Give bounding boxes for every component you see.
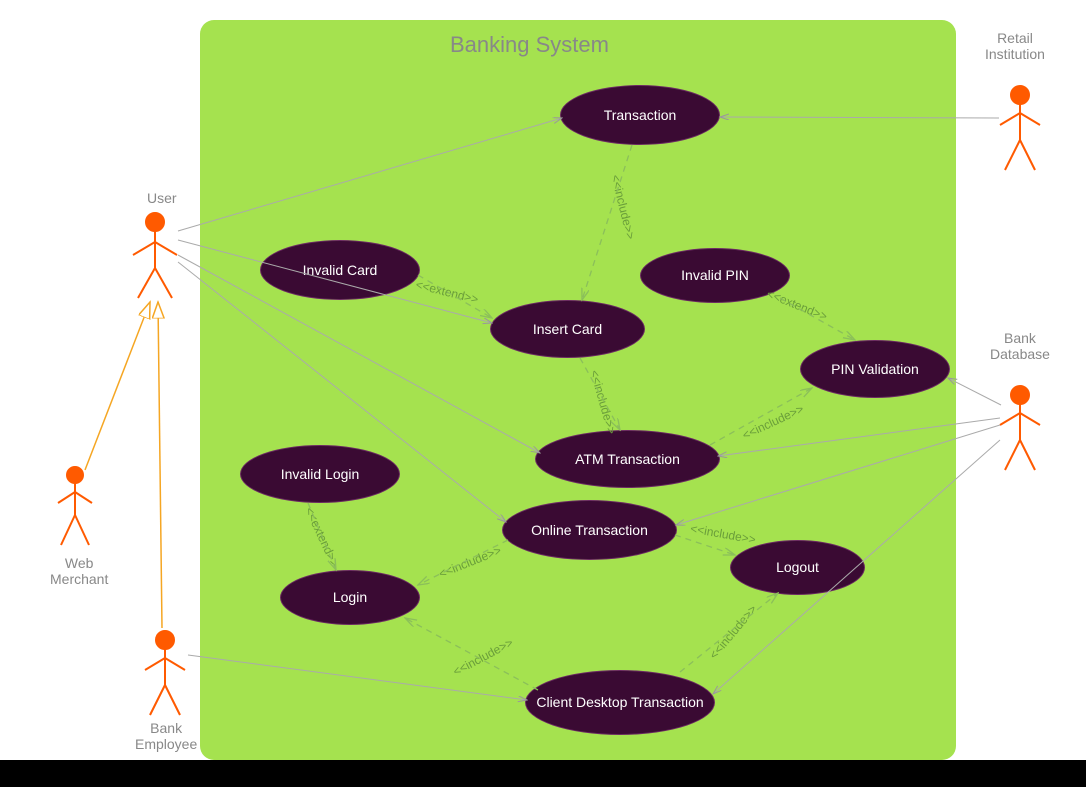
usecase-online-transaction[interactable]: Online Transaction: [502, 500, 677, 560]
usecase-atm-transaction[interactable]: ATM Transaction: [535, 430, 720, 488]
usecase-pin-validation[interactable]: PIN Validation: [800, 340, 950, 398]
usecase-label: Invalid PIN: [681, 267, 749, 284]
usecase-client-desktop[interactable]: Client Desktop Transaction: [525, 670, 715, 735]
usecase-invalid-login[interactable]: Invalid Login: [240, 445, 400, 503]
usecase-logout[interactable]: Logout: [730, 540, 865, 595]
usecase-label: ATM Transaction: [575, 451, 680, 468]
usecase-label: PIN Validation: [831, 361, 919, 378]
usecase-label: Login: [333, 589, 367, 606]
actor-label-bank-employee: Bank Employee: [135, 720, 197, 752]
usecase-label: Client Desktop Transaction: [536, 694, 703, 711]
actor-label-user: User: [147, 190, 177, 206]
actor-label-bank-db: Bank Database: [990, 330, 1050, 362]
system-title: Banking System: [450, 32, 609, 58]
usecase-label: Transaction: [604, 107, 677, 124]
usecase-label: Insert Card: [533, 321, 602, 338]
actor-label-web-merchant: Web Merchant: [50, 555, 108, 587]
usecase-invalid-card[interactable]: Invalid Card: [260, 240, 420, 300]
usecase-insert-card[interactable]: Insert Card: [490, 300, 645, 358]
usecase-login[interactable]: Login: [280, 570, 420, 625]
usecase-label: Online Transaction: [531, 522, 648, 539]
usecase-label: Logout: [776, 559, 819, 576]
usecase-label: Invalid Login: [281, 466, 360, 483]
actor-label-retail: Retail Institution: [985, 30, 1045, 62]
usecase-transaction[interactable]: Transaction: [560, 85, 720, 145]
usecase-label: Invalid Card: [303, 262, 378, 279]
